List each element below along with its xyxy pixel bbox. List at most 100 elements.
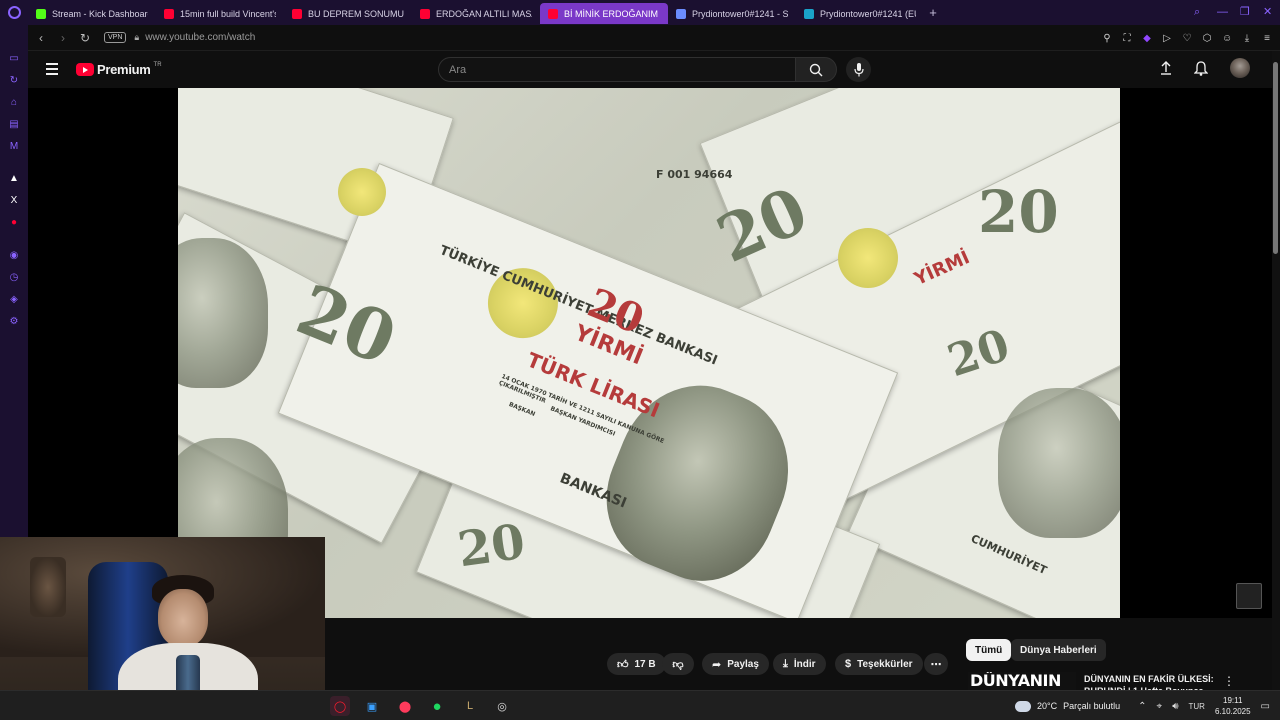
messenger-icon[interactable]: ▭ bbox=[8, 53, 20, 65]
thumbs-down-icon: 👎︎ bbox=[672, 658, 684, 671]
tab-list: Stream - Kick Dashboard 15min full build … bbox=[28, 1, 924, 24]
share-button[interactable]: ➦ Paylaş bbox=[702, 653, 769, 675]
browser-tab[interactable]: Bİ MİNİK ERDOĞANIM bbox=[540, 3, 668, 24]
search-input[interactable] bbox=[439, 58, 795, 81]
menu-icon[interactable]: ≡ bbox=[1262, 33, 1272, 44]
banknote-value-far-right: 20 bbox=[978, 178, 1059, 246]
system-tray: 20°C Parçalı bulutlu ⌃ ⌖ 🔊︎ TUR 19:11 6.… bbox=[1012, 691, 1280, 720]
opera-logo-icon[interactable] bbox=[0, 0, 28, 25]
youtube-play-icon bbox=[76, 63, 94, 76]
share-icon: ➦ bbox=[712, 658, 722, 671]
weather-text: Parçalı bulutlu bbox=[1063, 701, 1121, 711]
recommendation-title[interactable]: DÜNYANIN EN FAKİR ÜLKESİ: BURUNDİ | 1 Ha… bbox=[1084, 673, 1214, 690]
refresh-sidebar-icon[interactable]: ↻ bbox=[8, 75, 20, 87]
youtube-header: Premium TR bbox=[28, 51, 1272, 88]
browser-tab[interactable]: ERDOĞAN ALTILI MASA P bbox=[412, 3, 540, 24]
profile-icon[interactable]: ☺ bbox=[1222, 33, 1232, 44]
music-icon[interactable]: M bbox=[8, 141, 20, 153]
restore-icon[interactable]: ❐ bbox=[1240, 7, 1251, 18]
aria-icon[interactable]: ▲ bbox=[8, 173, 20, 185]
close-icon[interactable]: ✕ bbox=[1263, 7, 1274, 18]
search-box bbox=[438, 57, 796, 82]
url-text[interactable]: www.youtube.com/watch bbox=[145, 32, 255, 43]
recommendation-menu-icon[interactable]: ⋮ bbox=[1223, 674, 1235, 688]
notifications-bell-icon[interactable] bbox=[1194, 60, 1208, 76]
windows-taskbar: ◯ ▣ ⬤ ● L ◎ 20°C Parçalı bulutlu ⌃ ⌖ 🔊︎ … bbox=[0, 690, 1280, 720]
like-button[interactable]: 👍︎ 17 B bbox=[607, 653, 666, 675]
player-icon[interactable]: ◉ bbox=[8, 250, 20, 262]
voice-search-button[interactable] bbox=[846, 57, 871, 82]
more-icon: ⋯ bbox=[930, 658, 942, 671]
weather-temp: 20°C bbox=[1037, 701, 1058, 711]
youtube-icon bbox=[420, 8, 430, 19]
history-icon[interactable]: ◷ bbox=[8, 272, 20, 284]
header-actions bbox=[1160, 58, 1250, 78]
reload-icon[interactable]: ↻ bbox=[76, 31, 94, 45]
forward-icon[interactable]: › bbox=[54, 31, 72, 45]
new-tab-button[interactable]: + bbox=[924, 5, 942, 20]
more-actions-button[interactable]: ⋯ bbox=[924, 653, 948, 675]
browser-tab[interactable]: Prydiontower0#1241 - Su bbox=[668, 3, 796, 24]
vpn-badge[interactable]: VPN bbox=[104, 32, 127, 43]
maps-taskbar-icon[interactable]: ⬤ bbox=[395, 696, 415, 716]
minimize-icon[interactable]: — bbox=[1217, 7, 1228, 18]
share-label: Paylaş bbox=[727, 658, 759, 670]
recommendation-thumbnail[interactable]: DÜNYANIN bbox=[968, 672, 1076, 690]
browser-tab[interactable]: Prydiontower0#1241 (EUW bbox=[796, 3, 924, 24]
explorer-taskbar-icon[interactable]: ▣ bbox=[362, 696, 382, 716]
pin-icon[interactable]: ⚲ bbox=[1102, 33, 1112, 44]
play-icon[interactable]: ▷ bbox=[1162, 33, 1172, 44]
snapshot-icon[interactable]: ⛶ bbox=[1122, 33, 1132, 44]
x-icon[interactable]: X bbox=[8, 195, 20, 207]
chip-all[interactable]: Tümü bbox=[966, 639, 1012, 661]
youtube-logo[interactable]: Premium TR bbox=[76, 62, 162, 77]
wallet-icon[interactable]: ▤ bbox=[8, 119, 20, 131]
browser-tab[interactable]: BU DEPREM SONUMUZ O bbox=[284, 3, 412, 24]
language-indicator[interactable]: TUR bbox=[1189, 702, 1205, 711]
league-icon bbox=[804, 8, 814, 19]
extensions-icon[interactable]: ◈ bbox=[8, 294, 20, 306]
region-code: TR bbox=[153, 62, 162, 68]
hamburger-menu-icon[interactable] bbox=[46, 63, 58, 78]
chevron-up-icon[interactable]: ⌃ bbox=[1138, 701, 1146, 712]
weather-widget[interactable]: 20°C Parçalı bulutlu bbox=[1012, 696, 1121, 712]
channel-watermark-icon[interactable] bbox=[1236, 583, 1262, 609]
download-icon[interactable]: ⤓ bbox=[1242, 33, 1252, 44]
obs-taskbar-icon[interactable]: ◎ bbox=[492, 696, 512, 716]
search-icon bbox=[809, 63, 823, 76]
download-button[interactable]: ⤓ İndir bbox=[773, 653, 826, 675]
chip-world-news[interactable]: Dünya Haberleri bbox=[1011, 639, 1106, 661]
upload-icon[interactable] bbox=[1160, 61, 1172, 75]
clock[interactable]: 19:11 6.10.2025 bbox=[1215, 695, 1251, 717]
recommendation-thumb-text: DÜNYANIN bbox=[970, 672, 1061, 690]
scrollbar-thumb[interactable] bbox=[1273, 62, 1278, 254]
shield-icon[interactable]: ◆ bbox=[1142, 33, 1152, 44]
settings-icon[interactable]: ⚙ bbox=[8, 316, 20, 328]
workspace-icon[interactable]: ⌂ bbox=[8, 97, 20, 109]
network-icon[interactable]: ⌖ bbox=[1157, 701, 1163, 712]
search-tabs-icon[interactable]: ⌕ bbox=[1194, 7, 1205, 18]
clock-time: 19:11 bbox=[1223, 696, 1243, 705]
thanks-button[interactable]: $ Teşekkürler bbox=[835, 653, 923, 675]
browser-tab[interactable]: Stream - Kick Dashboard bbox=[28, 3, 156, 24]
avatar[interactable] bbox=[1230, 58, 1250, 78]
notifications-icon[interactable]: ▭ bbox=[1261, 701, 1270, 712]
opera-taskbar-icon[interactable]: ◯ bbox=[330, 696, 350, 716]
search-button[interactable] bbox=[795, 57, 837, 82]
league-taskbar-icon[interactable]: L bbox=[460, 696, 480, 716]
spotify-taskbar-icon[interactable]: ● bbox=[427, 696, 447, 716]
heart-icon[interactable]: ♡ bbox=[1182, 33, 1192, 44]
youtube-sidebar-icon[interactable]: ● bbox=[8, 217, 20, 229]
lock-icon[interactable]: 🔒︎ bbox=[134, 32, 139, 43]
youtube-icon bbox=[164, 8, 174, 19]
browser-tab[interactable]: 15min full build Vincent's bbox=[156, 3, 284, 24]
back-icon[interactable]: ‹ bbox=[32, 31, 50, 45]
thumbs-up-icon: 👍︎ bbox=[617, 658, 629, 671]
profile-icon bbox=[676, 8, 686, 19]
tab-title: Bİ MİNİK ERDOĞANIM bbox=[564, 8, 659, 19]
weather-cloud-icon bbox=[1012, 696, 1031, 712]
dislike-button[interactable]: 👎︎ bbox=[662, 653, 694, 675]
extension-icon[interactable]: ⬡ bbox=[1202, 33, 1212, 44]
youtube-icon bbox=[292, 8, 302, 19]
volume-icon[interactable]: 🔊︎ bbox=[1172, 701, 1178, 712]
